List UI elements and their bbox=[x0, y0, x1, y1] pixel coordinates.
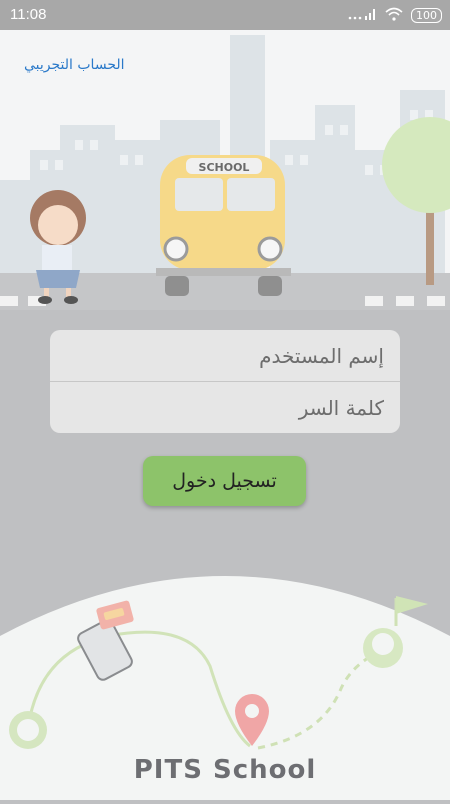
demo-account-link[interactable]: الحساب التجريبي bbox=[24, 57, 125, 73]
app-name: PITS School bbox=[133, 755, 317, 785]
signal-icon bbox=[347, 6, 377, 25]
status-bar: 11:08 100 bbox=[0, 0, 450, 30]
status-icons: 100 bbox=[347, 6, 442, 25]
password-input[interactable] bbox=[50, 382, 400, 433]
bus-sign: SCHOOL bbox=[199, 161, 250, 174]
login-form bbox=[50, 330, 400, 433]
school-bus-illustration: SCHOOL bbox=[156, 155, 291, 296]
flag-icon bbox=[396, 596, 428, 614]
status-time: 11:08 bbox=[10, 6, 47, 23]
username-input[interactable] bbox=[50, 330, 400, 381]
wifi-icon bbox=[385, 6, 403, 25]
battery-icon: 100 bbox=[411, 8, 442, 23]
login-button[interactable]: تسجيل دخول bbox=[143, 456, 306, 506]
